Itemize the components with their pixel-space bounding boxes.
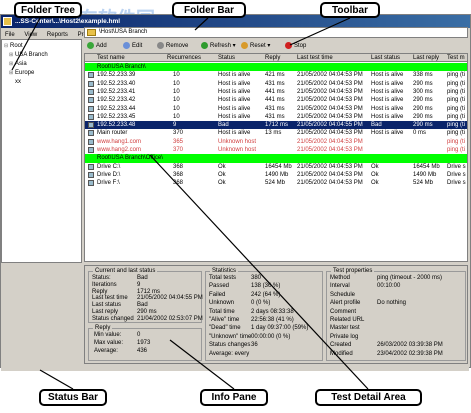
arrow-info-pane xyxy=(169,339,235,390)
arrow-folder-tree xyxy=(11,17,41,71)
arrow-test-detail-area xyxy=(149,154,369,390)
arrow-folder-bar xyxy=(194,17,209,31)
callout-arrows xyxy=(11,17,369,390)
arrow-status-bar xyxy=(39,369,74,390)
arrow-toolbar xyxy=(289,17,351,46)
